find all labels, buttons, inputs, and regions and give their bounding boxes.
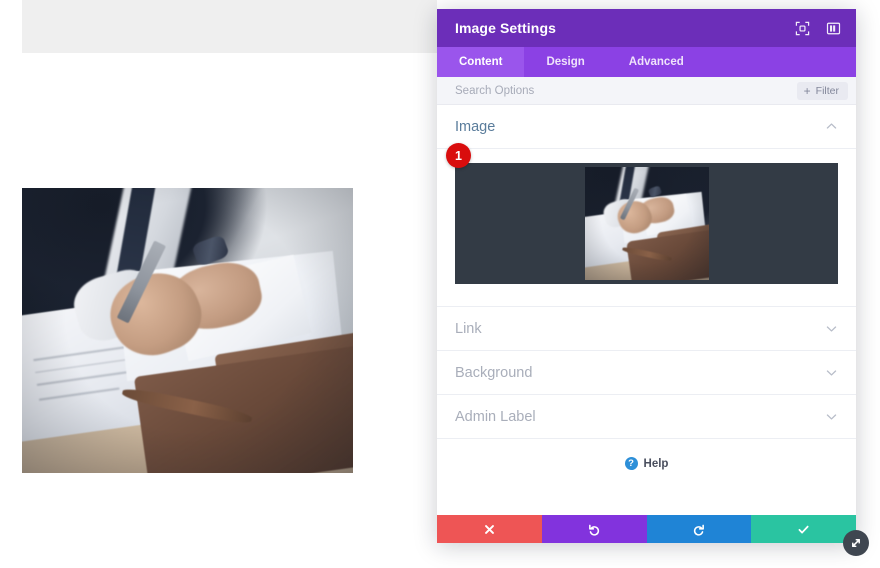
image-upload-block: 1: [437, 143, 856, 307]
section-title-background: Background: [455, 364, 533, 381]
tab-design[interactable]: Design: [524, 47, 606, 77]
cancel-button[interactable]: [437, 515, 542, 543]
chevron-down-icon: [825, 322, 838, 335]
resize-handle-icon[interactable]: [843, 530, 869, 556]
app-root: Image Settings Content Design Advanced S…: [0, 0, 880, 568]
redo-button[interactable]: [646, 515, 752, 543]
image-thumbnail: [584, 167, 709, 280]
tab-advanced[interactable]: Advanced: [607, 47, 706, 77]
section-title-image: Image: [455, 118, 496, 135]
search-input[interactable]: [455, 84, 797, 97]
section-header-background[interactable]: Background: [437, 351, 856, 395]
help-link[interactable]: ? Help: [437, 439, 856, 470]
fullscreen-icon[interactable]: [794, 20, 811, 37]
modal-header: Image Settings: [437, 9, 856, 47]
search-bar: + Filter: [437, 77, 856, 105]
section-title-admin-label: Admin Label: [455, 408, 536, 425]
modal-header-actions: [794, 20, 842, 37]
settings-panel-body: Image 1 Link Background Admin Label ? He…: [437, 105, 856, 515]
image-settings-modal: Image Settings Content Design Advanced S…: [437, 9, 869, 556]
photo-vignette: [22, 188, 353, 473]
section-header-admin-label[interactable]: Admin Label: [437, 395, 856, 439]
section-header-image[interactable]: Image: [437, 105, 856, 149]
chevron-down-icon: [825, 410, 838, 423]
modal-title: Image Settings: [455, 20, 556, 36]
modal-action-bar: [437, 515, 856, 543]
undo-button[interactable]: [541, 515, 647, 543]
save-button[interactable]: [751, 515, 856, 543]
modal-tabbar: Content Design Advanced: [437, 47, 856, 77]
help-label: Help: [643, 457, 669, 470]
layout-icon[interactable]: [825, 20, 842, 37]
tab-content[interactable]: Content: [437, 47, 525, 77]
help-icon: ?: [624, 457, 638, 470]
plus-icon: +: [803, 83, 811, 98]
chevron-up-icon: [825, 120, 838, 133]
section-title-link: Link: [455, 320, 482, 337]
chevron-down-icon: [825, 366, 838, 379]
page-image-module[interactable]: [22, 188, 353, 473]
filter-button[interactable]: + Filter: [796, 81, 848, 100]
page-top-bar: [22, 0, 437, 53]
filter-label: Filter: [815, 84, 839, 97]
image-preview[interactable]: [455, 163, 838, 284]
step-badge-1: 1: [446, 143, 471, 168]
section-header-link[interactable]: Link: [437, 307, 856, 351]
